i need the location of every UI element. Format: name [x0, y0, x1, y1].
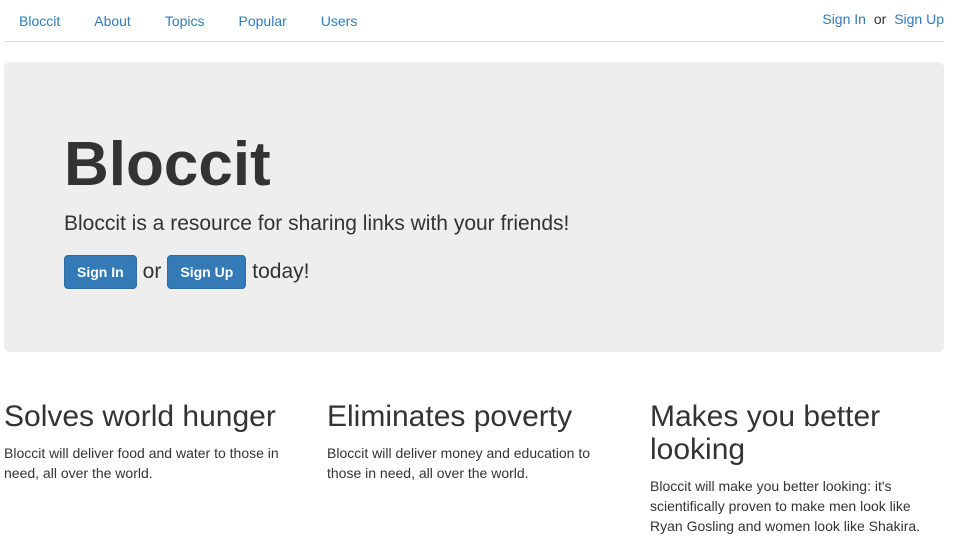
nav-link-popular[interactable]: Popular — [220, 0, 302, 41]
navbar: Bloccit About Topics Popular Users Sign … — [4, 0, 944, 42]
nav-link-users[interactable]: Users — [302, 0, 373, 41]
jumbotron-lead: Bloccit is a resource for sharing links … — [64, 212, 570, 235]
sign-in-button[interactable]: Sign In — [64, 255, 137, 289]
jumbotron-cta: Sign In or Sign Up today! — [64, 255, 315, 289]
feature-title: Eliminates poverty — [327, 400, 573, 433]
feature-body: Bloccit will deliver food and water to t… — [4, 445, 279, 481]
cta-suffix-text: today! — [252, 260, 310, 283]
feature-body: Bloccit will make you better looking: it… — [650, 478, 921, 534]
nav-link-about[interactable]: About — [75, 0, 146, 41]
jumbotron-title: Bloccit — [64, 130, 271, 199]
nav-links: Bloccit About Topics Popular Users — [4, 0, 372, 41]
feature-poverty: Eliminates poverty Bloccit will deliver … — [327, 392, 627, 483]
nav-sign-in-link[interactable]: Sign In — [822, 11, 866, 27]
jumbotron: Bloccit Bloccit is a resource for sharin… — [4, 62, 944, 352]
sign-up-button[interactable]: Sign Up — [167, 255, 247, 289]
feature-title: Makes you better looking — [650, 400, 881, 466]
feature-body: Bloccit will deliver money and education… — [327, 445, 591, 481]
nav-sign-up-link[interactable]: Sign Up — [894, 11, 944, 27]
nav-auth: Sign In or Sign Up — [822, 10, 944, 28]
feature-looks: Makes you better looking Bloccit will ma… — [650, 392, 940, 536]
feature-title: Solves world hunger — [4, 400, 276, 433]
feature-hunger: Solves world hunger Bloccit will deliver… — [4, 392, 304, 483]
cta-or-text: or — [142, 260, 162, 283]
nav-brand-link[interactable]: Bloccit — [4, 0, 75, 41]
nav-or-text: or — [873, 11, 887, 27]
nav-link-topics[interactable]: Topics — [146, 0, 220, 41]
